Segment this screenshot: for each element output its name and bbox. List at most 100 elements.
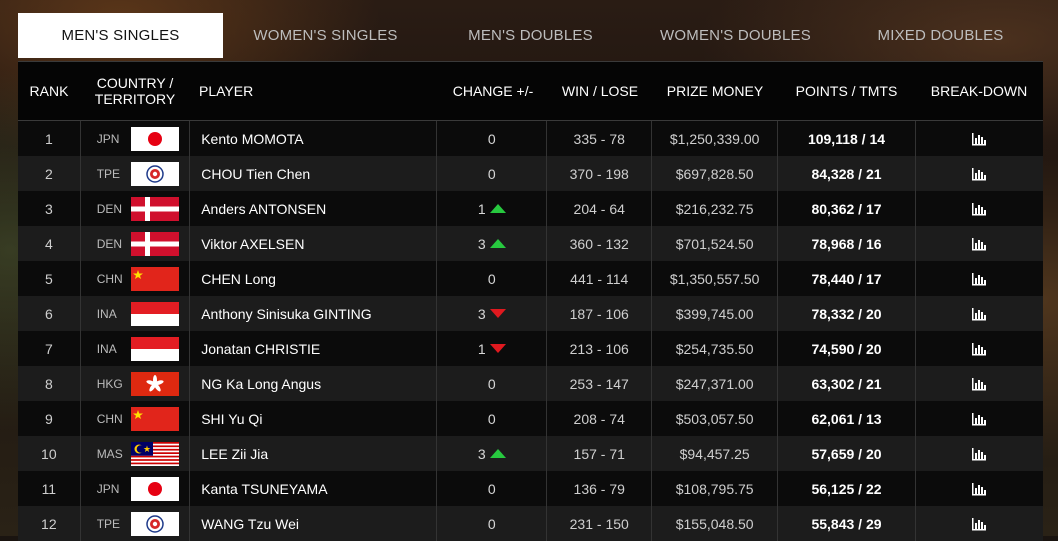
table-header: RANK COUNTRY / TERRITORY PLAYER CHANGE +/… [18, 61, 1043, 121]
change-cell: 0 [437, 261, 548, 296]
table-row[interactable]: 3 DEN Anders ANTONSEN 1 204 - 64 $216,232.75 8… [18, 191, 1043, 226]
win-lose-cell: 370 - 198 [547, 156, 652, 191]
rank-up-arrow-icon [489, 204, 506, 213]
change-cell: 1 [437, 331, 548, 366]
breakdown-chart-icon[interactable] [971, 482, 987, 496]
breakdown-chart-icon[interactable] [971, 272, 987, 286]
player-name[interactable]: Kanta TSUNEYAMA [190, 471, 438, 506]
rank-cell: 1 [18, 121, 81, 156]
breakdown-cell [916, 121, 1043, 156]
country-cell: HKG [81, 366, 191, 401]
country-code: MAS [96, 446, 123, 461]
tab-mens-doubles[interactable]: MEN'S DOUBLES [428, 13, 633, 58]
breakdown-chart-icon[interactable] [971, 447, 987, 461]
player-name[interactable]: Jonatan CHRISTIE [190, 331, 438, 366]
points-cell: 56,125 / 22 [778, 471, 916, 506]
breakdown-cell [916, 471, 1043, 506]
breakdown-chart-icon[interactable] [971, 377, 987, 391]
den-flag-icon [130, 196, 179, 221]
tab-mixed-doubles[interactable]: MIXED DOUBLES [838, 13, 1043, 58]
change-value: 0 [487, 375, 496, 392]
breakdown-cell [916, 226, 1043, 261]
prize-money-cell: $254,735.50 [652, 331, 779, 366]
player-name[interactable]: LEE Zii Jia [190, 436, 438, 471]
table-row[interactable]: 10 MAS LEE Zii Jia 3 157 - 71 $94,457.25 57,65… [18, 436, 1043, 471]
player-name[interactable]: NG Ka Long Angus [190, 366, 438, 401]
prize-money-cell: $216,232.75 [652, 191, 779, 226]
breakdown-chart-icon[interactable] [971, 412, 987, 426]
change-value: 1 [477, 200, 486, 217]
rank-cell: 7 [18, 331, 81, 366]
hkg-flag-icon [130, 371, 179, 396]
change-cell: 3 [437, 226, 548, 261]
rank-cell: 9 [18, 401, 81, 436]
rank-cell: 10 [18, 436, 81, 471]
prize-money-cell: $399,745.00 [652, 296, 779, 331]
change-value: 0 [487, 410, 496, 427]
country-cell: JPN [81, 121, 191, 156]
change-value: 1 [477, 340, 486, 357]
change-value: 0 [487, 480, 496, 497]
points-cell: 62,061 / 13 [778, 401, 916, 436]
change-cell: 0 [437, 471, 548, 506]
change-value: 3 [477, 445, 486, 462]
change-cell: 0 [437, 366, 548, 401]
rank-cell: 6 [18, 296, 81, 331]
header-breakdown: BREAK-DOWN [930, 83, 1028, 99]
country-cell: CHN [81, 401, 191, 436]
change-cell: 3 [437, 436, 548, 471]
player-name[interactable]: Kento MOMOTA [190, 121, 438, 156]
breakdown-cell [916, 401, 1043, 436]
table-row[interactable]: 4 DEN Viktor AXELSEN 3 360 - 132 $701,524.50 7… [18, 226, 1043, 261]
country-code: TPE [96, 166, 121, 181]
breakdown-chart-icon[interactable] [971, 517, 987, 531]
prize-money-cell: $1,250,339.00 [652, 121, 779, 156]
player-name[interactable]: CHEN Long [190, 261, 438, 296]
player-name[interactable]: Viktor AXELSEN [190, 226, 438, 261]
table-row[interactable]: 7 INA Jonatan CHRISTIE 1 213 - 106 $254,735.5… [18, 331, 1043, 366]
breakdown-cell [916, 331, 1043, 366]
table-row[interactable]: 11 JPN Kanta TSUNEYAMA 0 136 - 79 $108,795.75… [18, 471, 1043, 506]
table-row[interactable]: 9 CHN SHI Yu Qi 0 208 - 74 $503,057.50 62,061 … [18, 401, 1043, 436]
header-country-line2: TERRITORY [94, 91, 176, 107]
header-country: COUNTRY / TERRITORY [80, 75, 190, 107]
win-lose-cell: 157 - 71 [547, 436, 652, 471]
player-name[interactable]: CHOU Tien Chen [190, 156, 438, 191]
table-row[interactable]: 2 TPE CHOU Tien Chen 0 370 - 198 $697,828.50 8… [18, 156, 1043, 191]
rank-cell: 5 [18, 261, 81, 296]
mas-flag-icon [130, 441, 179, 466]
change-cell: 0 [437, 156, 548, 191]
rank-cell: 3 [18, 191, 81, 226]
country-code: DEN [96, 236, 123, 251]
table-row[interactable]: 5 CHN CHEN Long 0 441 - 114 $1,350,557.50 78,4… [18, 261, 1043, 296]
breakdown-chart-icon[interactable] [971, 237, 987, 251]
jpn-flag-icon [130, 476, 179, 501]
player-name[interactable]: Anthony Sinisuka GINTING [190, 296, 438, 331]
tab-mens-singles[interactable]: MEN'S SINGLES [18, 13, 223, 58]
country-code: HKG [96, 376, 123, 391]
country-cell: TPE [81, 156, 191, 191]
table-row[interactable]: 6 INA Anthony Sinisuka GINTING 3 187 - 106 $3… [18, 296, 1043, 331]
player-name[interactable]: Anders ANTONSEN [190, 191, 438, 226]
prize-money-cell: $108,795.75 [652, 471, 779, 506]
tab-womens-doubles[interactable]: WOMEN'S DOUBLES [633, 13, 838, 58]
country-code: JPN [96, 481, 120, 496]
breakdown-cell [916, 156, 1043, 191]
breakdown-chart-icon[interactable] [971, 167, 987, 181]
change-cell: 1 [437, 191, 548, 226]
country-code: TPE [96, 516, 121, 531]
points-cell: 80,362 / 17 [778, 191, 916, 226]
table-row[interactable]: 1 JPN Kento MOMOTA 0 335 - 78 $1,250,339.00 10… [18, 121, 1043, 156]
country-cell: DEN [81, 226, 191, 261]
tab-womens-singles[interactable]: WOMEN'S SINGLES [223, 13, 428, 58]
breakdown-chart-icon[interactable] [971, 307, 987, 321]
header-rank: RANK [29, 83, 69, 99]
header-points: POINTS / TMTS [795, 83, 898, 99]
points-cell: 57,659 / 20 [778, 436, 916, 471]
rank-down-arrow-icon [489, 309, 506, 318]
breakdown-chart-icon[interactable] [971, 342, 987, 356]
breakdown-chart-icon[interactable] [971, 132, 987, 146]
player-name[interactable]: SHI Yu Qi [190, 401, 438, 436]
table-row[interactable]: 8 HKG NG Ka Long Angus 0 253 - 147 $247,371.0… [18, 366, 1043, 401]
breakdown-chart-icon[interactable] [971, 202, 987, 216]
